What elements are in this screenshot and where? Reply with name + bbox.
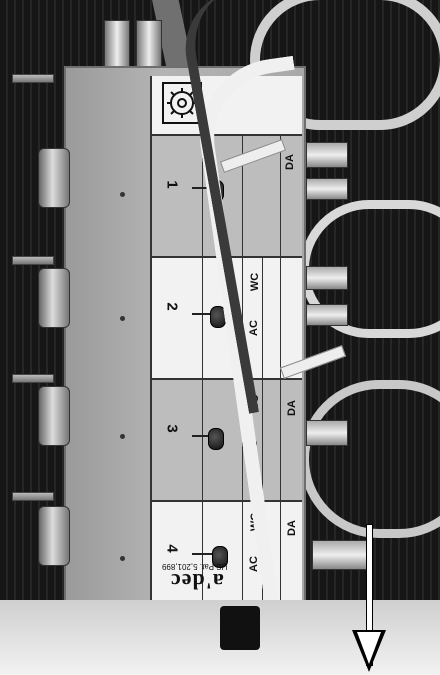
left-pin xyxy=(12,256,54,265)
patent-text: US Pat. 5,201,899 xyxy=(162,562,228,571)
hose-connector xyxy=(306,420,348,446)
left-pin xyxy=(12,74,54,83)
mount-screw xyxy=(120,556,125,561)
left-pin xyxy=(12,492,54,501)
mount-screw xyxy=(120,434,125,439)
callout-arrow-head-fill xyxy=(357,632,381,664)
valve-number: 1 xyxy=(163,180,181,189)
top-fitting-left xyxy=(104,20,130,72)
hose-connector xyxy=(306,178,348,200)
top-fitting-right xyxy=(136,20,162,72)
valve-knob[interactable] xyxy=(208,428,224,450)
mount-screw xyxy=(120,316,125,321)
left-fitting xyxy=(38,268,70,328)
hose-connector xyxy=(306,304,348,326)
left-fitting xyxy=(38,506,70,566)
mount-screw xyxy=(120,192,125,197)
left-fitting xyxy=(38,386,70,446)
valve-number: 2 xyxy=(163,302,181,311)
photo-scene: 1 DA 2 WC AC 3 WC AC DA 4 WC AC DA a'dec… xyxy=(0,0,440,675)
brand-name: a'dec xyxy=(170,569,224,594)
hose-connector xyxy=(312,540,370,570)
left-fitting xyxy=(38,148,70,208)
hose-connector xyxy=(306,266,348,290)
left-pin xyxy=(12,374,54,383)
hose-connector xyxy=(306,142,348,168)
bottom-black-tube xyxy=(220,606,260,650)
valve-number: 3 xyxy=(163,424,181,433)
valve-number: 4 xyxy=(163,544,181,553)
